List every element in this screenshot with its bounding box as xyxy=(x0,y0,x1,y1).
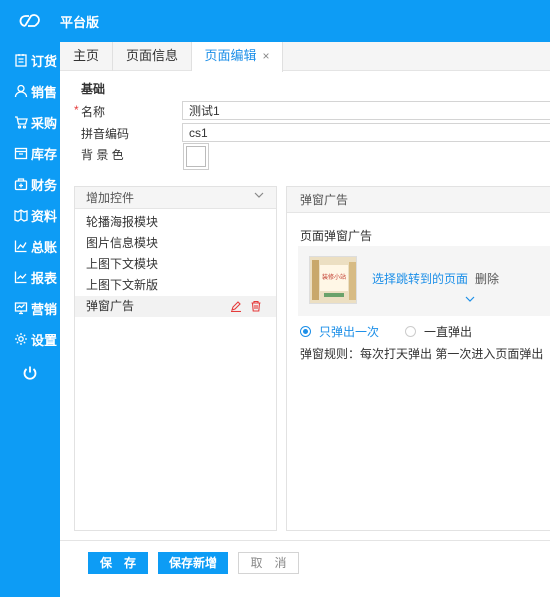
control-label: 上图下文模块 xyxy=(86,257,159,271)
inventory-icon xyxy=(14,146,28,160)
popup-ad-header: 弹窗广告 xyxy=(287,187,550,213)
top-bar: 平台版 xyxy=(0,0,550,42)
sidebar-item-data[interactable]: 资料 xyxy=(0,200,60,230)
save-button[interactable]: 保 存 xyxy=(88,552,148,574)
tab-page-info[interactable]: 页面信息 xyxy=(113,42,192,71)
order-icon xyxy=(14,53,28,67)
name-label: 名称 xyxy=(81,105,106,119)
sidebar-item-report[interactable]: 报表 xyxy=(0,262,60,292)
ad-thumbnail[interactable]: 装修小站 xyxy=(309,256,357,304)
tab-label: 页面编辑 xyxy=(204,48,257,63)
sidebar-item-marketing[interactable]: 营销 xyxy=(0,293,60,323)
section-title-basic: 基础 xyxy=(81,82,106,96)
edit-icon[interactable] xyxy=(230,300,242,312)
name-input[interactable] xyxy=(182,101,550,120)
sidebar-item-label: 订货 xyxy=(31,53,58,69)
control-item-image-text[interactable]: 上图下文模块 xyxy=(75,254,276,275)
ad-item: 装修小站 选择跳转到的页面 删除 xyxy=(298,246,550,316)
radio-dot xyxy=(300,325,311,337)
sidebar: 订货 销售 采购 库存 财务 资料 总账 报表 营销 设置 xyxy=(0,42,60,597)
control-item-popup-ad[interactable]: 弹窗广告 xyxy=(75,296,276,317)
tab-strip: 主页 页面信息 页面编辑 × xyxy=(60,42,550,72)
add-control-header[interactable]: 增加控件 xyxy=(75,187,276,209)
sidebar-item-finance[interactable]: 财务 xyxy=(0,169,60,199)
control-label: 轮播海报模块 xyxy=(86,215,159,229)
color-swatch xyxy=(186,146,206,167)
control-item-carousel[interactable]: 轮播海报模块 xyxy=(75,212,276,233)
sidebar-item-label: 库存 xyxy=(31,146,58,162)
power-icon[interactable] xyxy=(22,365,38,381)
bg-color-picker[interactable] xyxy=(183,143,209,170)
sidebar-item-inventory[interactable]: 库存 xyxy=(0,138,60,168)
report-icon xyxy=(14,270,28,284)
sidebar-item-label: 采购 xyxy=(31,115,58,131)
control-label: 弹窗广告 xyxy=(86,299,135,313)
chevron-down-icon xyxy=(254,192,264,198)
sidebar-item-label: 报表 xyxy=(31,270,58,286)
pinyin-input[interactable] xyxy=(182,123,550,142)
ad-thumb-text: 装修小站 xyxy=(322,273,346,281)
add-control-panel: 增加控件 轮播海报模块 图片信息模块 上图下文模块 上图下文新版 弹窗广告 xyxy=(74,186,277,531)
sidebar-item-label: 设置 xyxy=(31,332,58,348)
marketing-icon xyxy=(14,301,28,315)
panel-title: 增加控件 xyxy=(86,191,135,205)
radio-dot xyxy=(405,325,416,337)
tab-home[interactable]: 主页 xyxy=(60,42,113,71)
control-label: 上图下文新版 xyxy=(86,278,159,292)
required-mark: * xyxy=(74,103,79,117)
cart-icon xyxy=(14,115,28,129)
control-label: 图片信息模块 xyxy=(86,236,159,250)
sidebar-item-ledger[interactable]: 总账 xyxy=(0,231,60,261)
data-icon xyxy=(14,208,28,222)
popup-ad-label: 页面弹窗广告 xyxy=(300,229,373,243)
ledger-icon xyxy=(14,239,28,253)
finance-icon xyxy=(14,177,28,191)
footer-divider xyxy=(60,540,550,541)
sidebar-item-label: 总账 xyxy=(31,239,58,255)
delete-ad-button[interactable]: 删除 xyxy=(475,270,499,287)
radio-popup-once[interactable]: 只弹出一次 xyxy=(300,324,380,339)
tab-page-edit[interactable]: 页面编辑 × xyxy=(192,42,283,72)
ad-image: 装修小站 xyxy=(310,257,356,303)
tab-label: 页面信息 xyxy=(125,48,178,63)
radio-label: 一直弹出 xyxy=(424,324,473,339)
cancel-button[interactable]: 取 消 xyxy=(238,552,299,574)
control-item-image-text-new[interactable]: 上图下文新版 xyxy=(75,275,276,296)
popup-ad-panel: 弹窗广告 页面弹窗广告 装修小站 选择跳转到的页面 删除 只弹出一次 一直弹出 … xyxy=(286,186,550,531)
popup-rule-text: 弹窗规则：每次打天弹出 第一次进入页面弹出 xyxy=(300,347,544,361)
pinyin-label: 拼音编码 xyxy=(81,127,130,141)
sidebar-item-purchase[interactable]: 采购 xyxy=(0,107,60,137)
delete-icon[interactable] xyxy=(250,300,262,312)
user-icon xyxy=(14,84,28,98)
sidebar-item-label: 销售 xyxy=(31,84,58,100)
sidebar-item-sales[interactable]: 销售 xyxy=(0,76,60,106)
sidebar-item-settings[interactable]: 设置 xyxy=(0,324,60,354)
sidebar-item-label: 资料 xyxy=(31,208,58,224)
cloud-logo-icon xyxy=(19,14,40,27)
radio-popup-always[interactable]: 一直弹出 xyxy=(405,324,473,339)
save-new-button[interactable]: 保存新增 xyxy=(158,552,228,574)
app-brand: 平台版 xyxy=(60,15,100,30)
select-target-page-link[interactable]: 选择跳转到的页面 xyxy=(372,270,468,287)
chevron-down-icon[interactable] xyxy=(465,295,475,303)
tab-label: 主页 xyxy=(72,48,99,63)
control-item-image-info[interactable]: 图片信息模块 xyxy=(75,233,276,254)
sidebar-item-label: 营销 xyxy=(31,301,58,317)
sidebar-item-order[interactable]: 订货 xyxy=(0,45,60,75)
close-icon[interactable]: × xyxy=(263,42,270,70)
settings-icon xyxy=(14,332,28,346)
bg-color-label: 背 景 色 xyxy=(81,148,124,162)
radio-label: 只弹出一次 xyxy=(319,324,380,339)
sidebar-item-label: 财务 xyxy=(31,177,58,193)
